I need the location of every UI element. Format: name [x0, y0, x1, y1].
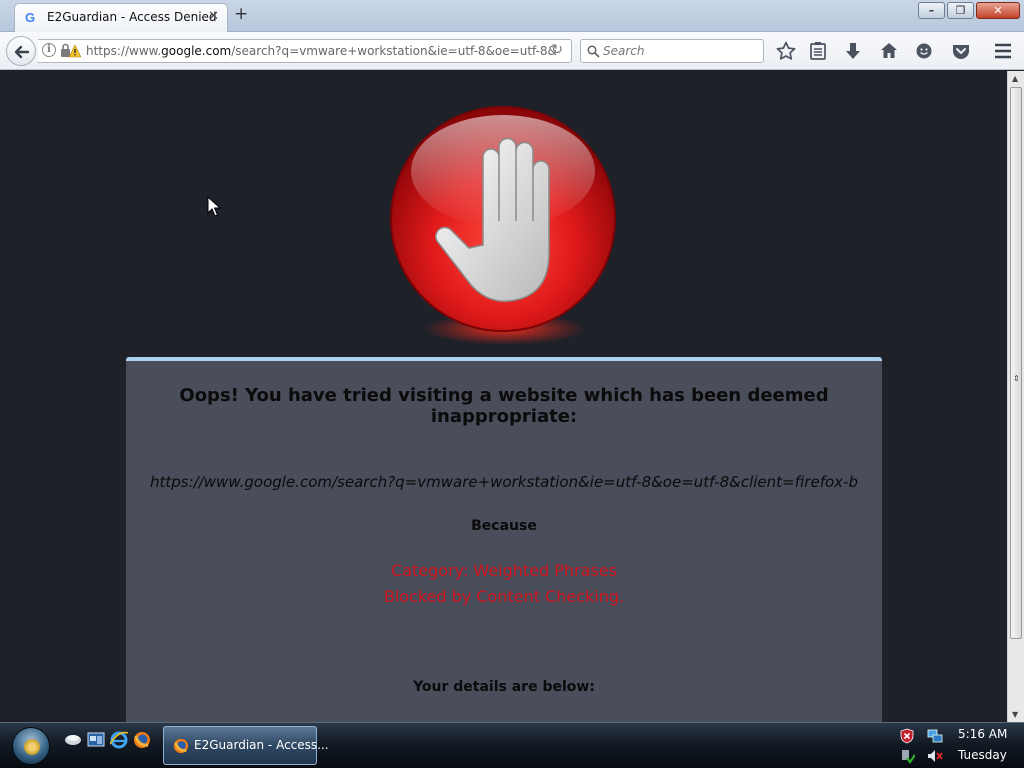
internet-explorer-icon[interactable]	[110, 731, 128, 749]
blocked-url: https://www.google.com/search?q=vmware+w…	[150, 473, 858, 491]
window-controls: – ❐ ✕	[918, 2, 1020, 19]
vertical-scrollbar[interactable]: ▲ ⇕ ▼	[1007, 71, 1024, 722]
close-icon: ✕	[993, 4, 1003, 17]
restore-button[interactable]: ❐	[947, 2, 974, 19]
because-label: Because	[471, 518, 537, 534]
volume-muted-icon[interactable]	[927, 748, 943, 764]
url-text[interactable]: https://www.google.com/search?q=vmware+w…	[86, 44, 557, 58]
scroll-down-icon[interactable]: ▼	[1012, 710, 1018, 719]
scroll-grip-icon: ⇕	[1013, 374, 1020, 383]
insecure-lock-icon[interactable]	[60, 43, 82, 59]
back-arrow-icon	[14, 45, 30, 59]
google-favicon-icon: G	[25, 10, 36, 25]
close-window-button[interactable]: ✕	[976, 2, 1020, 19]
reading-list-icon[interactable]	[807, 40, 829, 62]
security-shield-icon[interactable]	[899, 728, 915, 744]
url-prefix: https://www.	[86, 44, 162, 58]
clock-time[interactable]: 5:16 AM	[958, 727, 1007, 741]
tab-strip: G E2Guardian - Access Denied ✕ + – ❐ ✕	[0, 0, 1024, 32]
url-host: google.com	[161, 44, 232, 58]
mouse-cursor-icon	[207, 196, 221, 217]
windows-taskbar: E2Guardian - Access...	[0, 722, 1024, 768]
switch-windows-icon[interactable]	[87, 731, 105, 749]
url-path: /search?q=vmware+workstation&ie=utf-8&oe…	[231, 44, 557, 58]
tab-e2guardian[interactable]: G E2Guardian - Access Denied ✕	[14, 3, 228, 32]
tab-title: E2Guardian - Access Denied	[47, 10, 217, 24]
page-viewport: Oops! You have tried visiting a website …	[0, 71, 1007, 722]
scrollbar-thumb[interactable]: ⇕	[1010, 87, 1022, 639]
home-icon[interactable]	[878, 40, 900, 62]
scroll-up-icon[interactable]: ▲	[1012, 74, 1018, 83]
safely-remove-hardware-icon[interactable]	[899, 748, 915, 764]
details-heading: Your details are below:	[413, 679, 595, 695]
site-info-icon[interactable]: i	[42, 43, 56, 57]
address-bar[interactable]: i https://www.google.com/search?q=vmware…	[38, 39, 572, 63]
search-icon	[587, 45, 600, 58]
taskbar-item-firefox[interactable]: E2Guardian - Access...	[163, 726, 329, 765]
block-message-panel: Oops! You have tried visiting a website …	[126, 357, 882, 722]
taskbar-item-label: E2Guardian - Access...	[194, 738, 329, 752]
hello-chat-icon[interactable]	[913, 40, 935, 62]
minimize-button[interactable]: –	[918, 2, 945, 19]
network-icon[interactable]	[927, 728, 943, 744]
restore-icon: ❐	[955, 4, 966, 17]
download-icon[interactable]	[842, 40, 864, 62]
menu-icon[interactable]	[992, 40, 1014, 62]
show-desktop-icon[interactable]	[64, 731, 82, 749]
new-tab-button[interactable]: +	[234, 4, 248, 24]
bookmark-star-icon[interactable]	[775, 40, 797, 62]
navigation-bar: i https://www.google.com/search?q=vmware…	[0, 32, 1024, 70]
firefox-icon	[173, 738, 189, 754]
search-input[interactable]	[603, 43, 753, 59]
clock-day[interactable]: Tuesday	[958, 748, 1007, 762]
stop-hand-icon	[390, 106, 616, 345]
start-button[interactable]	[12, 727, 50, 765]
tab-close-icon[interactable]: ✕	[208, 9, 219, 24]
windows-logo-icon	[24, 739, 40, 755]
pocket-icon[interactable]	[950, 40, 972, 62]
minimize-icon: –	[928, 4, 935, 17]
firefox-quicklaunch-icon[interactable]	[133, 731, 151, 749]
block-heading: Oops! You have tried visiting a website …	[179, 385, 829, 427]
block-category: Category: Weighted Phrases	[391, 561, 617, 580]
back-button[interactable]	[6, 36, 36, 66]
block-reason: Blocked by Content Checking.	[383, 587, 625, 606]
search-box[interactable]	[580, 39, 764, 63]
reload-icon[interactable]: ↻	[551, 42, 563, 58]
